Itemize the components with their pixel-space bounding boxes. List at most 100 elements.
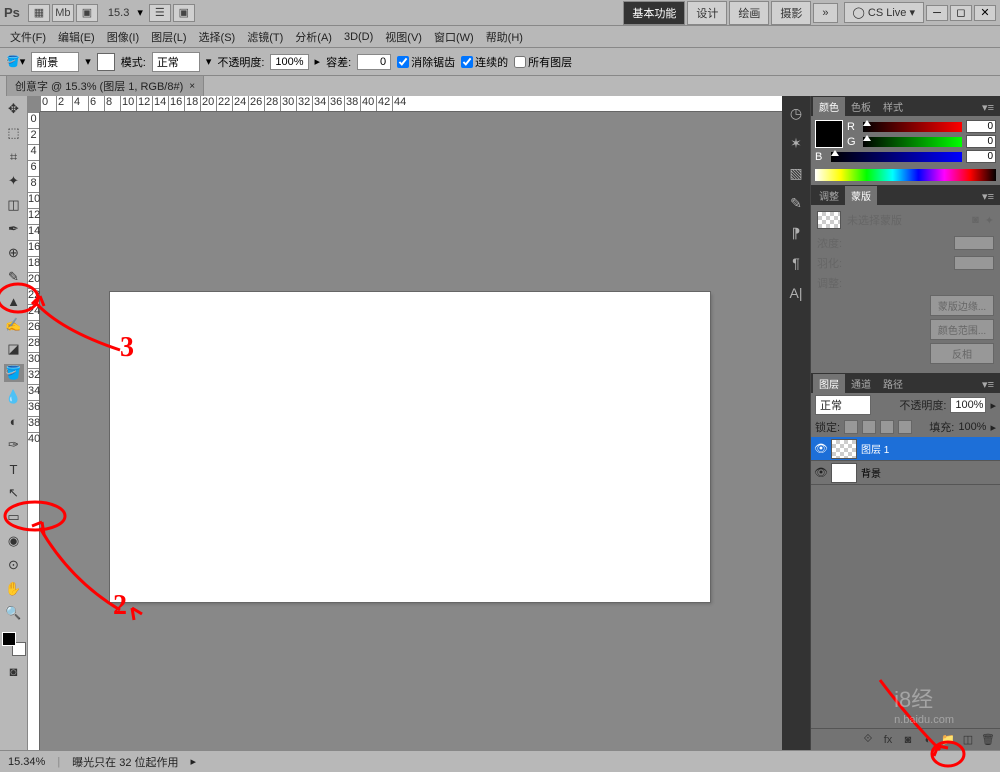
- tab-paths[interactable]: 路径: [877, 374, 909, 393]
- color-range-button[interactable]: 颜色范围...: [930, 319, 994, 340]
- window-close[interactable]: ✕: [974, 5, 996, 21]
- heal-tool[interactable]: ⊕: [4, 244, 24, 262]
- lock-trans-icon[interactable]: [844, 420, 858, 434]
- info-icon[interactable]: ▧: [787, 164, 805, 182]
- layer-blend-mode[interactable]: 正常: [815, 395, 871, 415]
- char-icon[interactable]: ⁋: [787, 224, 805, 242]
- eraser-tool[interactable]: ◪: [4, 340, 24, 358]
- status-zoom[interactable]: 15.34%: [8, 756, 45, 768]
- g-value[interactable]: 0: [966, 135, 996, 148]
- adjustment-icon[interactable]: ◐: [920, 733, 936, 747]
- tolerance-value[interactable]: 0: [357, 54, 391, 70]
- menu-file[interactable]: 文件(F): [4, 27, 52, 47]
- menu-view[interactable]: 视图(V): [379, 27, 428, 47]
- para-icon[interactable]: ¶: [787, 254, 805, 272]
- marquee-tool[interactable]: ⬚: [4, 124, 24, 142]
- pen-tool[interactable]: ✑: [4, 436, 24, 454]
- tool-btn-2[interactable]: Mb: [52, 4, 74, 22]
- stamp-tool[interactable]: ▲: [4, 292, 24, 310]
- brush-tool[interactable]: ✎: [4, 268, 24, 286]
- group-icon[interactable]: 📁: [940, 733, 956, 747]
- contiguous-check[interactable]: 连续的: [461, 54, 508, 70]
- layer-row-1[interactable]: 👁 图层 1: [811, 437, 1000, 461]
- opacity-dropdown-icon[interactable]: ▸: [315, 55, 321, 68]
- 3dcam-tool[interactable]: ⊙: [4, 556, 24, 574]
- font-icon[interactable]: A|: [787, 284, 805, 302]
- blend-mode[interactable]: 正常: [152, 52, 200, 72]
- dodge-tool[interactable]: ◐: [4, 412, 24, 430]
- eyedropper-tool[interactable]: ✒: [4, 220, 24, 238]
- wand-tool[interactable]: ✦: [4, 172, 24, 190]
- tool-btn-1[interactable]: ▦: [28, 4, 50, 22]
- opacity-value[interactable]: 100%: [270, 54, 308, 70]
- layer-row-bg[interactable]: 👁 背景: [811, 461, 1000, 485]
- r-slider[interactable]: [863, 122, 962, 132]
- pattern-swatch[interactable]: [97, 53, 115, 71]
- blur-tool[interactable]: 💧: [4, 388, 24, 406]
- tab-color[interactable]: 颜色: [813, 97, 845, 116]
- trash-icon[interactable]: 🗑: [980, 733, 996, 747]
- menu-image[interactable]: 图像(I): [101, 27, 145, 47]
- status-arrow-icon[interactable]: ▸: [191, 755, 197, 768]
- zoom-tool[interactable]: 🔍: [4, 604, 24, 622]
- artboard[interactable]: [110, 292, 710, 602]
- panel-menu-icon[interactable]: ▾≡: [978, 99, 998, 116]
- alllayers-check[interactable]: 所有图层: [514, 54, 572, 70]
- zoom-dropdown-icon[interactable]: ▾: [137, 6, 143, 19]
- workspace-photo[interactable]: 摄影: [771, 1, 811, 25]
- menu-filter[interactable]: 滤镜(T): [241, 27, 289, 47]
- tab-adjust[interactable]: 调整: [813, 186, 845, 205]
- layers-panel-menu-icon[interactable]: ▾≡: [978, 376, 998, 393]
- bucket-tool[interactable]: 🪣: [4, 364, 24, 382]
- vector-mask-icon[interactable]: ✦: [985, 214, 994, 227]
- layer-fill[interactable]: 100%: [958, 421, 986, 433]
- crop-tool[interactable]: ◫: [4, 196, 24, 214]
- window-minimize[interactable]: ─: [926, 5, 948, 21]
- history-icon[interactable]: ◷: [787, 104, 805, 122]
- window-maximize[interactable]: ◻: [950, 5, 972, 21]
- b-value[interactable]: 0: [966, 150, 996, 163]
- tool-btn-5[interactable]: ▣: [173, 4, 195, 22]
- brush-icon[interactable]: ✎: [787, 194, 805, 212]
- spectrum-bar[interactable]: [815, 169, 996, 181]
- shape-tool[interactable]: ▭: [4, 508, 24, 526]
- fx-icon[interactable]: fx: [880, 733, 896, 747]
- target-dropdown-icon[interactable]: ▾: [85, 55, 91, 68]
- fill-arrow-icon[interactable]: ▸: [990, 421, 996, 434]
- opacity-arrow-icon[interactable]: ▸: [990, 399, 996, 412]
- g-slider[interactable]: [863, 137, 962, 147]
- lock-pos-icon[interactable]: [880, 420, 894, 434]
- link-icon[interactable]: ⟐: [860, 733, 876, 747]
- new-layer-icon[interactable]: ◫: [960, 733, 976, 747]
- visibility-icon[interactable]: 👁: [811, 466, 831, 479]
- hand-tool[interactable]: ✋: [4, 580, 24, 598]
- workspace-design[interactable]: 设计: [687, 1, 727, 25]
- 3d-tool[interactable]: ◉: [4, 532, 24, 550]
- workspace-basic[interactable]: 基本功能: [623, 1, 685, 25]
- close-icon[interactable]: ×: [189, 81, 195, 92]
- lasso-tool[interactable]: ⌗: [4, 148, 24, 166]
- workspace-more[interactable]: »: [813, 3, 837, 23]
- layer-thumbnail[interactable]: [831, 439, 857, 459]
- menu-edit[interactable]: 编辑(E): [52, 27, 101, 47]
- menu-window[interactable]: 窗口(W): [428, 27, 480, 47]
- menu-3d[interactable]: 3D(D): [338, 29, 379, 45]
- path-tool[interactable]: ↖: [4, 484, 24, 502]
- move-tool[interactable]: ✥: [4, 100, 24, 118]
- tab-swatches[interactable]: 色板: [845, 97, 877, 116]
- tab-channels[interactable]: 通道: [845, 374, 877, 393]
- ruler-horizontal[interactable]: 0246810121416182022242628303234363840424…: [40, 96, 782, 112]
- quickmask-tool[interactable]: ◙: [4, 662, 24, 680]
- cslive-button[interactable]: ◯ CS Live ▾: [844, 2, 924, 23]
- layer-opacity[interactable]: 100%: [950, 397, 986, 413]
- invert-button[interactable]: 反相: [930, 343, 994, 364]
- layer-thumbnail[interactable]: [831, 463, 857, 483]
- lock-all-icon[interactable]: [898, 420, 912, 434]
- history-tool[interactable]: ✍: [4, 316, 24, 334]
- mask-icon[interactable]: ◙: [900, 733, 916, 747]
- foreground-color[interactable]: [2, 632, 16, 646]
- nav-icon[interactable]: ✶: [787, 134, 805, 152]
- ruler-vertical[interactable]: 0246810121416182022242628303234363840: [28, 112, 40, 750]
- mode-dropdown-icon[interactable]: ▾: [206, 55, 212, 68]
- menu-help[interactable]: 帮助(H): [480, 27, 529, 47]
